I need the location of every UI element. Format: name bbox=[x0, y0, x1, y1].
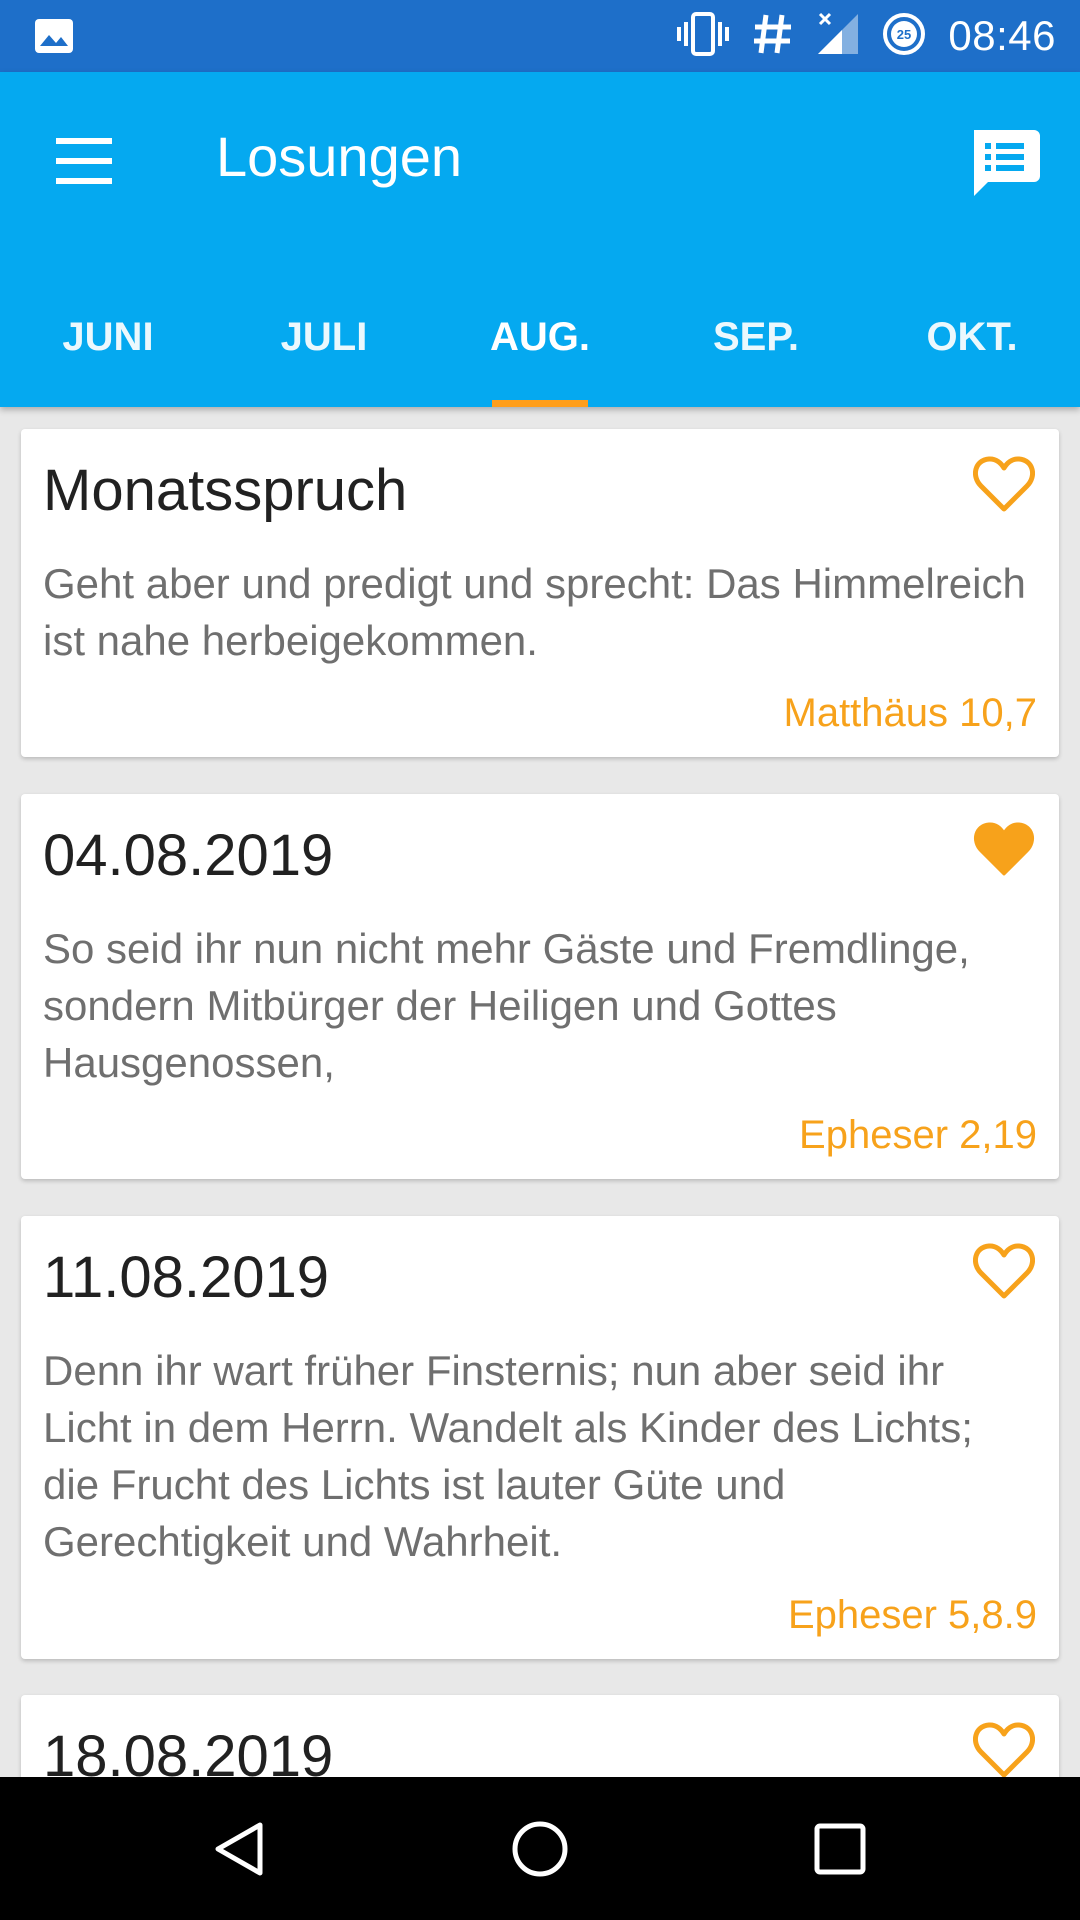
card-reference: Epheser 2,19 bbox=[799, 1113, 1037, 1157]
app-title: Losungen bbox=[216, 125, 463, 188]
card-reference: Matthäus 10,7 bbox=[783, 691, 1038, 735]
heart-outline-icon[interactable] bbox=[972, 455, 1036, 513]
month-tabs: JUNI JULI AUG. SEP. OKT. bbox=[0, 282, 1080, 407]
heart-outline-icon[interactable] bbox=[972, 1721, 1036, 1777]
card-title: 11.08.2019 bbox=[43, 1245, 329, 1310]
tab-juli[interactable]: JULI bbox=[216, 282, 432, 407]
card-text: Denn ihr wart früher Finsternis; nun abe… bbox=[43, 1347, 973, 1565]
tab-sep[interactable]: SEP. bbox=[648, 282, 864, 407]
message-list-icon[interactable] bbox=[966, 124, 1042, 200]
card-title: Monatsspruch bbox=[43, 458, 408, 523]
vibrate-icon bbox=[676, 11, 730, 61]
data-saver-icon: 25 bbox=[882, 12, 926, 61]
verse-card[interactable]: 18.08.2019 bbox=[21, 1695, 1059, 1777]
clock: 08:46 bbox=[948, 12, 1056, 59]
verse-list[interactable]: Monatsspruch Geht aber und predigt und s… bbox=[0, 407, 1080, 1777]
menu-icon[interactable] bbox=[50, 132, 118, 192]
card-title: 04.08.2019 bbox=[43, 823, 334, 888]
home-icon[interactable] bbox=[460, 1777, 620, 1920]
card-reference: Epheser 5,8.9 bbox=[787, 1593, 1037, 1637]
back-icon[interactable] bbox=[160, 1777, 320, 1920]
image-icon bbox=[34, 18, 74, 59]
verse-card[interactable]: 11.08.2019 Denn ihr wart früher Finstern… bbox=[21, 1216, 1059, 1659]
card-text: So seid ihr nun nicht mehr Gäste und Fre… bbox=[43, 925, 970, 1086]
app-bar: Losungen JUNI JULI AUG. SEP. OKT. bbox=[0, 72, 1080, 407]
recents-icon[interactable] bbox=[760, 1777, 920, 1920]
card-text: Geht aber und predigt und sprecht: Das H… bbox=[43, 560, 1026, 664]
tab-juni[interactable]: JUNI bbox=[0, 282, 216, 407]
heart-outline-icon[interactable] bbox=[972, 1242, 1036, 1300]
verse-card[interactable]: 04.08.2019 So seid ihr nun nicht mehr Gä… bbox=[21, 794, 1059, 1179]
tab-aug[interactable]: AUG. bbox=[432, 282, 648, 407]
hash-icon bbox=[752, 12, 794, 61]
card-title: 18.08.2019 bbox=[43, 1724, 334, 1777]
svg-text:25: 25 bbox=[897, 27, 911, 42]
status-bar: 25 08:46 bbox=[0, 0, 1080, 72]
no-signal-icon bbox=[816, 12, 860, 61]
tab-okt[interactable]: OKT. bbox=[864, 282, 1080, 407]
heart-filled-icon[interactable] bbox=[973, 820, 1035, 878]
navigation-bar bbox=[0, 1777, 1080, 1920]
verse-card[interactable]: Monatsspruch Geht aber und predigt und s… bbox=[21, 429, 1059, 757]
